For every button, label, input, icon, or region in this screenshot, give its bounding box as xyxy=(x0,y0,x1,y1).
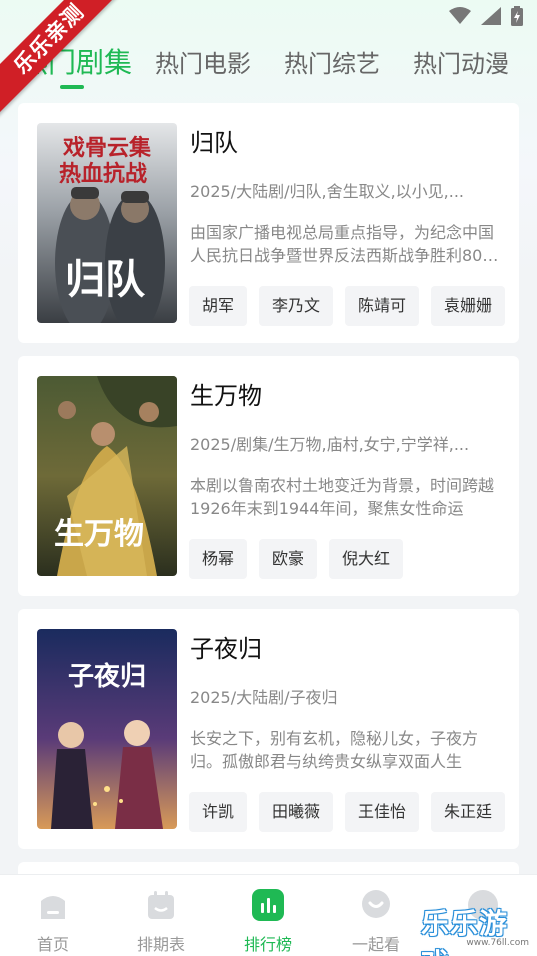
show-meta: 2025/大陆剧/子夜归 xyxy=(190,688,338,707)
cast-chip[interactable]: 许凯 xyxy=(189,792,248,832)
nav-label: 一起看 xyxy=(351,935,400,954)
show-card[interactable]: 戏骨云集 热血抗战 归队 归队 2025/大陆剧/归队,舍生取义,以小见,...… xyxy=(18,103,519,343)
nav-label: 排期表 xyxy=(136,935,185,954)
signal-icon xyxy=(481,7,501,25)
show-poster[interactable]: 戏骨云集 热血抗战 归队 xyxy=(37,123,177,323)
show-poster[interactable]: 子夜归 xyxy=(37,629,177,829)
status-icons xyxy=(449,6,523,26)
nav-label: 首页 xyxy=(36,935,69,954)
poster-top-text-2: 热血抗战 xyxy=(59,161,147,187)
show-card[interactable]: 子夜归 子夜归 2025/大陆剧/子夜归 长安之下，别有玄机，隐秘儿女，子夜方归… xyxy=(18,609,519,849)
show-meta: 2025/剧集/生万物,庙村,女宁,宁学祥,... xyxy=(190,435,470,454)
cast-chip[interactable]: 胡军 xyxy=(189,286,248,326)
cast-chip[interactable]: 朱正廷 xyxy=(431,792,506,832)
poster-top-text-1: 戏骨云集 xyxy=(62,135,152,161)
chart-icon xyxy=(252,889,284,921)
cast-chip[interactable]: 杨幂 xyxy=(189,539,248,579)
wifi-icon xyxy=(449,7,471,24)
calendar-icon xyxy=(148,891,174,919)
show-poster[interactable]: 生万物 xyxy=(37,376,177,576)
show-title[interactable]: 子夜归 xyxy=(190,629,262,664)
show-title[interactable]: 归队 xyxy=(190,123,238,158)
nav-label: 排行榜 xyxy=(243,935,292,954)
nav-watch-together[interactable]: 一起看 xyxy=(336,889,416,955)
poster-title-art: 生万物 xyxy=(54,517,144,552)
poster-image: 生万物 xyxy=(37,376,177,576)
show-description: 本剧以鲁南农村土地变迁为背景，时间跨越1926年末到1944年间，聚焦女性命运 xyxy=(190,476,495,518)
tab-hot-variety[interactable]: 热门综艺 xyxy=(284,44,380,79)
cast-chips: 许凯 田曦薇 王佳怡 朱正廷 xyxy=(189,792,506,832)
home-icon xyxy=(41,896,65,919)
poster-image: 戏骨云集 热血抗战 归队 xyxy=(37,123,177,323)
nav-schedule[interactable]: 排期表 xyxy=(121,889,201,955)
active-tab-indicator xyxy=(60,85,84,89)
cast-chip[interactable]: 倪大红 xyxy=(329,539,404,579)
battery-icon xyxy=(511,6,523,26)
show-description: 长安之下，别有玄机，隐秘儿女，子夜方归。孤傲郎君与纨绔贵女纵享双面人生 xyxy=(190,729,479,771)
nav-home[interactable]: 首页 xyxy=(13,889,93,955)
cast-chip[interactable]: 李乃文 xyxy=(259,286,334,326)
show-meta: 2025/大陆剧/归队,舍生取义,以小见,... xyxy=(190,182,465,201)
poster-title-art: 归队 xyxy=(65,256,146,303)
site-watermark: 乐乐游戏 www.76ll.com xyxy=(421,902,533,956)
poster-title-art: 子夜归 xyxy=(68,661,146,692)
show-description: 由国家广播电视总局重点指导，为纪念中国人民抗日战争暨世界反法西斯战争胜利80周年 xyxy=(190,223,499,265)
cast-chip[interactable]: 欧豪 xyxy=(259,539,318,579)
cast-chip[interactable]: 袁姗姗 xyxy=(431,286,506,326)
watermark-url: www.76ll.com xyxy=(466,938,529,948)
show-card[interactable]: 生万物 生万物 2025/剧集/生万物,庙村,女宁,宁学祥,... 本剧以鲁南农… xyxy=(18,356,519,596)
nav-ranking[interactable]: 排行榜 xyxy=(228,889,308,955)
cast-chips: 杨幂 欧豪 倪大红 xyxy=(189,539,404,579)
cast-chip[interactable]: 陈靖可 xyxy=(345,286,420,326)
cast-chips: 胡军 李乃文 陈靖可 袁姗姗 xyxy=(189,286,506,326)
cast-chip[interactable]: 田曦薇 xyxy=(259,792,334,832)
poster-image: 子夜归 xyxy=(37,629,177,829)
show-title[interactable]: 生万物 xyxy=(190,376,262,411)
tab-hot-movies[interactable]: 热门电影 xyxy=(155,44,251,79)
tab-hot-anime[interactable]: 热门动漫 xyxy=(413,44,509,79)
cast-chip[interactable]: 王佳怡 xyxy=(345,792,420,832)
chat-icon xyxy=(362,890,390,918)
